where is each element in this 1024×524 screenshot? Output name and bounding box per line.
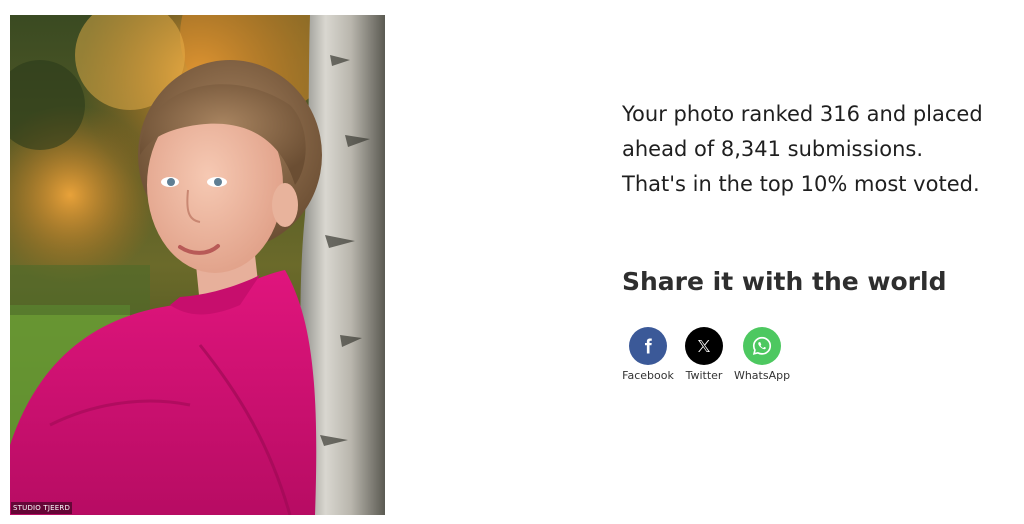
- share-heading: Share it with the world: [622, 267, 947, 296]
- facebook-icon[interactable]: [629, 327, 667, 365]
- ranking-line-2: ahead of 8,341 submissions.: [622, 137, 924, 161]
- x-icon[interactable]: [685, 327, 723, 365]
- share-buttons: Facebook Twitter WhatsApp: [622, 327, 1017, 382]
- share-twitter-button[interactable]: Twitter: [676, 327, 732, 382]
- ranking-summary: Your photo ranked 316 and placed ahead o…: [622, 97, 1017, 202]
- photo-image: [10, 15, 385, 515]
- photo-watermark: STUDIO TJEERD: [11, 502, 73, 514]
- ranking-line-3: That's in the top 10% most voted.: [622, 172, 980, 196]
- share-whatsapp-label: WhatsApp: [733, 369, 791, 382]
- share-whatsapp-button[interactable]: WhatsApp: [732, 327, 792, 382]
- result-panel: Your photo ranked 316 and placed ahead o…: [622, 97, 1017, 382]
- share-facebook-label: Facebook: [622, 369, 674, 382]
- submitted-photo: STUDIO TJEERD: [10, 15, 385, 515]
- whatsapp-icon[interactable]: [743, 327, 781, 365]
- share-facebook-button[interactable]: Facebook: [620, 327, 676, 382]
- share-twitter-label: Twitter: [685, 369, 723, 382]
- ranking-line-1: Your photo ranked 316 and placed: [622, 102, 983, 126]
